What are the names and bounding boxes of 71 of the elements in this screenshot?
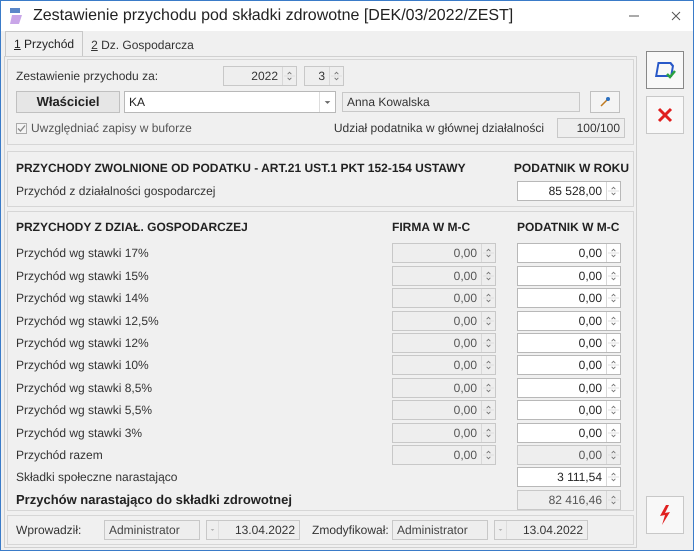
column-heading: FIRMA W M-C [392,219,472,236]
spin-arrows-icon[interactable] [282,67,296,85]
amount-field[interactable]: 0,00 [517,400,621,420]
app-logo-icon [9,7,25,25]
row-label: Przychód wg stawki 12% [16,334,150,352]
share-label: Udział podatnika w głównej działalności [334,120,544,137]
modified-by-field: Administrator [392,520,488,540]
picker-button[interactable] [590,91,620,113]
amount-field[interactable]: 0,00 [517,332,621,353]
lightning-icon [658,505,672,525]
close-icon[interactable] [671,11,681,21]
buffer-label: Uwzględniać zapisy w buforze [31,120,193,137]
pipette-icon [599,96,611,108]
entered-label: Wprowadził: [16,522,82,539]
spin-arrows-icon[interactable] [606,378,620,397]
save-button[interactable] [646,51,684,89]
modified-date-field: 13.04.2022 [494,520,588,540]
owner-name-field: Anna Kowalska [342,92,580,112]
year-field[interactable]: 2022 [223,66,297,86]
amount-field[interactable]: 0,00 [517,422,621,443]
row-label: Przychód wg stawki 8,5% [16,380,154,397]
amount-field[interactable]: 0,00 [517,378,621,398]
spin-arrows-icon[interactable] [606,182,620,200]
spin-arrows-icon[interactable] [606,424,620,442]
spin-arrows-icon[interactable] [606,244,620,262]
period-label: Zestawienie przychodu za: [16,68,160,85]
action-button[interactable] [646,496,684,534]
spin-arrows-icon[interactable] [606,289,620,308]
floppy-check-icon [654,60,676,80]
row-label: Przychód wg stawki 3% [16,424,144,442]
row-label: Przychód wg stawki 17% [16,245,150,262]
section-heading: PRZYCHODY Z DZIAŁ. GOSPODARCZEJ [16,219,249,236]
section-heading: PRZYCHODY ZWOLNIONE OD PODATKU - ART.21 UST.1 PKT 152-154 USTAWY [16,160,466,177]
spin-arrows-icon[interactable] [606,468,620,486]
modified-label: Zmodyfikował: [312,522,390,539]
close-icon [657,107,673,123]
window-title: Zestawienie przychodu pod składki zdrowotne [DEK/03/2022/ZEST] [33,6,514,26]
spin-arrows-icon[interactable] [606,312,620,330]
row-label: Przychód razem [16,446,104,464]
column-heading: PODATNIK W M-C [517,219,620,236]
amount-field[interactable]: 3 111,54 [517,467,621,488]
spin-arrows-icon[interactable] [606,401,620,420]
entered-date-field: 13.04.2022 [206,520,300,540]
row-label: Przychód wg stawki 12,5% [16,312,160,330]
tab[interactable]: 2 Dz. Gospodarcza [83,34,202,56]
row-label: Przychód z działalności gospodarczej [16,183,216,200]
owner-button[interactable]: Właściciel [16,91,120,113]
amount-field[interactable]: 0,00 [517,288,621,308]
spin-arrows-icon[interactable] [329,67,343,85]
spin-arrows-icon[interactable] [606,356,620,374]
entered-by-field: Administrator [104,520,200,540]
row-label: Przychód wg stawki 15% [16,268,150,285]
row-label: Przychów narastająco do składki zdrowotnej [16,490,293,509]
amount-field[interactable]: 0,00 [517,266,621,286]
row-label: Przychód wg stawki 14% [16,290,150,308]
amount-field[interactable]: 0,00 [517,243,621,264]
row-label: Składki społeczne narastająco [16,469,178,486]
amount-field[interactable]: 0,00 [517,355,621,376]
owner-code-dropdown[interactable]: KA [124,91,336,113]
amount-field[interactable]: 0,00 [517,310,621,331]
row-label: Przychód wg stawki 5,5% [16,402,154,420]
amount-field[interactable]: 85 528,00 [517,181,621,201]
spin-arrows-icon[interactable] [606,334,620,352]
spin-arrows-icon[interactable] [606,266,620,285]
cancel-button[interactable] [646,96,684,134]
tab[interactable]: 1 Przychód [5,31,84,56]
column-heading: PODATNIK W ROKU [514,160,629,177]
month-field[interactable]: 3 [304,66,344,86]
checkbox[interactable] [16,122,27,134]
row-label: Przychód wg stawki 10% [16,357,150,374]
share-field: 100/100 [557,118,625,138]
